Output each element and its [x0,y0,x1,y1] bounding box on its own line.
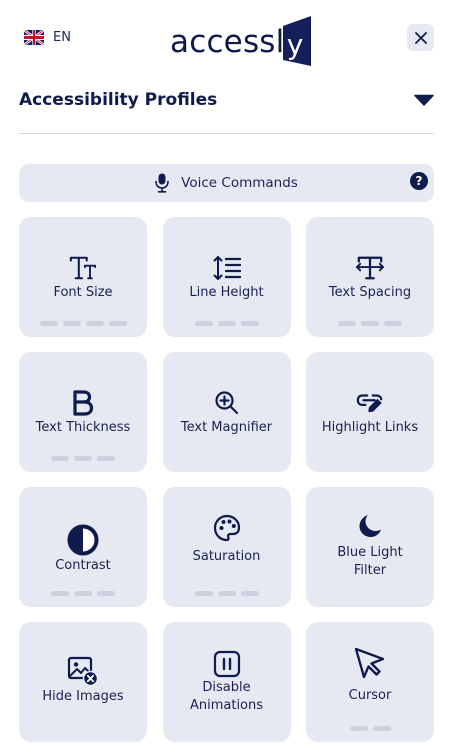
close-button[interactable] [407,24,434,51]
tile-contrast[interactable]: Contrast [19,487,147,607]
tile-font-size[interactable]: Font Size [19,217,147,337]
pause-icon [213,650,241,678]
tile-label: Cursor [348,688,392,703]
chevron-down-icon [414,94,434,106]
tile-label-line1: Blue Light [337,545,403,560]
tile-hide-images[interactable]: Hide Images [19,622,147,742]
level-indicator [306,321,434,326]
hide-image-icon [67,655,99,687]
cursor-icon [353,646,387,680]
level-indicator [306,726,434,731]
tile-label: Hide Images [42,689,124,704]
accessibility-profiles-title: Accessibility Profiles [19,90,218,110]
level-indicator [19,591,147,596]
contrast-icon [66,523,100,557]
level-indicator [19,321,147,326]
language-code: EN [53,30,71,45]
text-spacing-icon [356,254,384,282]
tile-label: Disable Animations [167,679,287,715]
tile-cursor[interactable]: Cursor [306,622,434,742]
link-highlight-icon [356,389,384,417]
tile-text-spacing[interactable]: Text Spacing [306,217,434,337]
tile-label: Line Height [189,285,264,300]
microphone-icon [155,173,169,193]
level-indicator [19,456,147,461]
tile-label: Saturation [192,549,261,564]
tile-label: Highlight Links [321,420,419,435]
tile-label: Blue Light Filter [310,544,430,580]
help-icon[interactable]: ? [410,172,428,190]
voice-commands-button[interactable]: Voice Commands ? [19,164,434,202]
voice-commands-label: Voice Commands [181,175,298,191]
level-indicator [163,321,291,326]
tile-label: Text Spacing [328,285,412,300]
tile-label: Text Thickness [35,420,131,435]
line-height-icon [213,254,241,282]
level-indicator [163,591,291,596]
logo-door-letter: y [287,28,304,61]
tile-disable-animations[interactable]: Disable Animations [162,622,291,742]
tile-line-height[interactable]: Line Height [162,217,291,337]
close-icon [414,31,427,44]
tile-label-line2: Animations [189,698,264,713]
magnifier-icon [213,389,241,417]
tile-blue-light-filter[interactable]: Blue Light Filter [306,487,434,607]
tile-label-line1: Disable [202,680,251,695]
accessly-logo: accessl y [170,14,318,68]
tile-label-line2: Filter [353,563,387,578]
feature-grid: Font Size Line Height Text Spacing Text … [19,217,434,742]
tile-text-thickness[interactable]: Text Thickness [19,352,147,472]
tile-label: Contrast [55,558,111,573]
tile-label: Font Size [53,285,113,300]
logo-text: access [170,24,276,60]
uk-flag-icon [24,30,44,45]
moon-icon [356,512,384,540]
bold-icon [69,389,97,417]
tile-text-magnifier[interactable]: Text Magnifier [162,352,291,472]
tile-highlight-links[interactable]: Highlight Links [306,352,434,472]
divider [19,133,434,134]
logo-door-icon: y [283,16,311,66]
accessibility-profiles-toggle[interactable]: Accessibility Profiles [19,86,434,114]
palette-icon [213,514,241,542]
font-size-icon [69,254,97,282]
language-selector[interactable]: EN [24,30,71,45]
tile-saturation[interactable]: Saturation [162,487,291,607]
tile-label: Text Magnifier [180,420,273,435]
